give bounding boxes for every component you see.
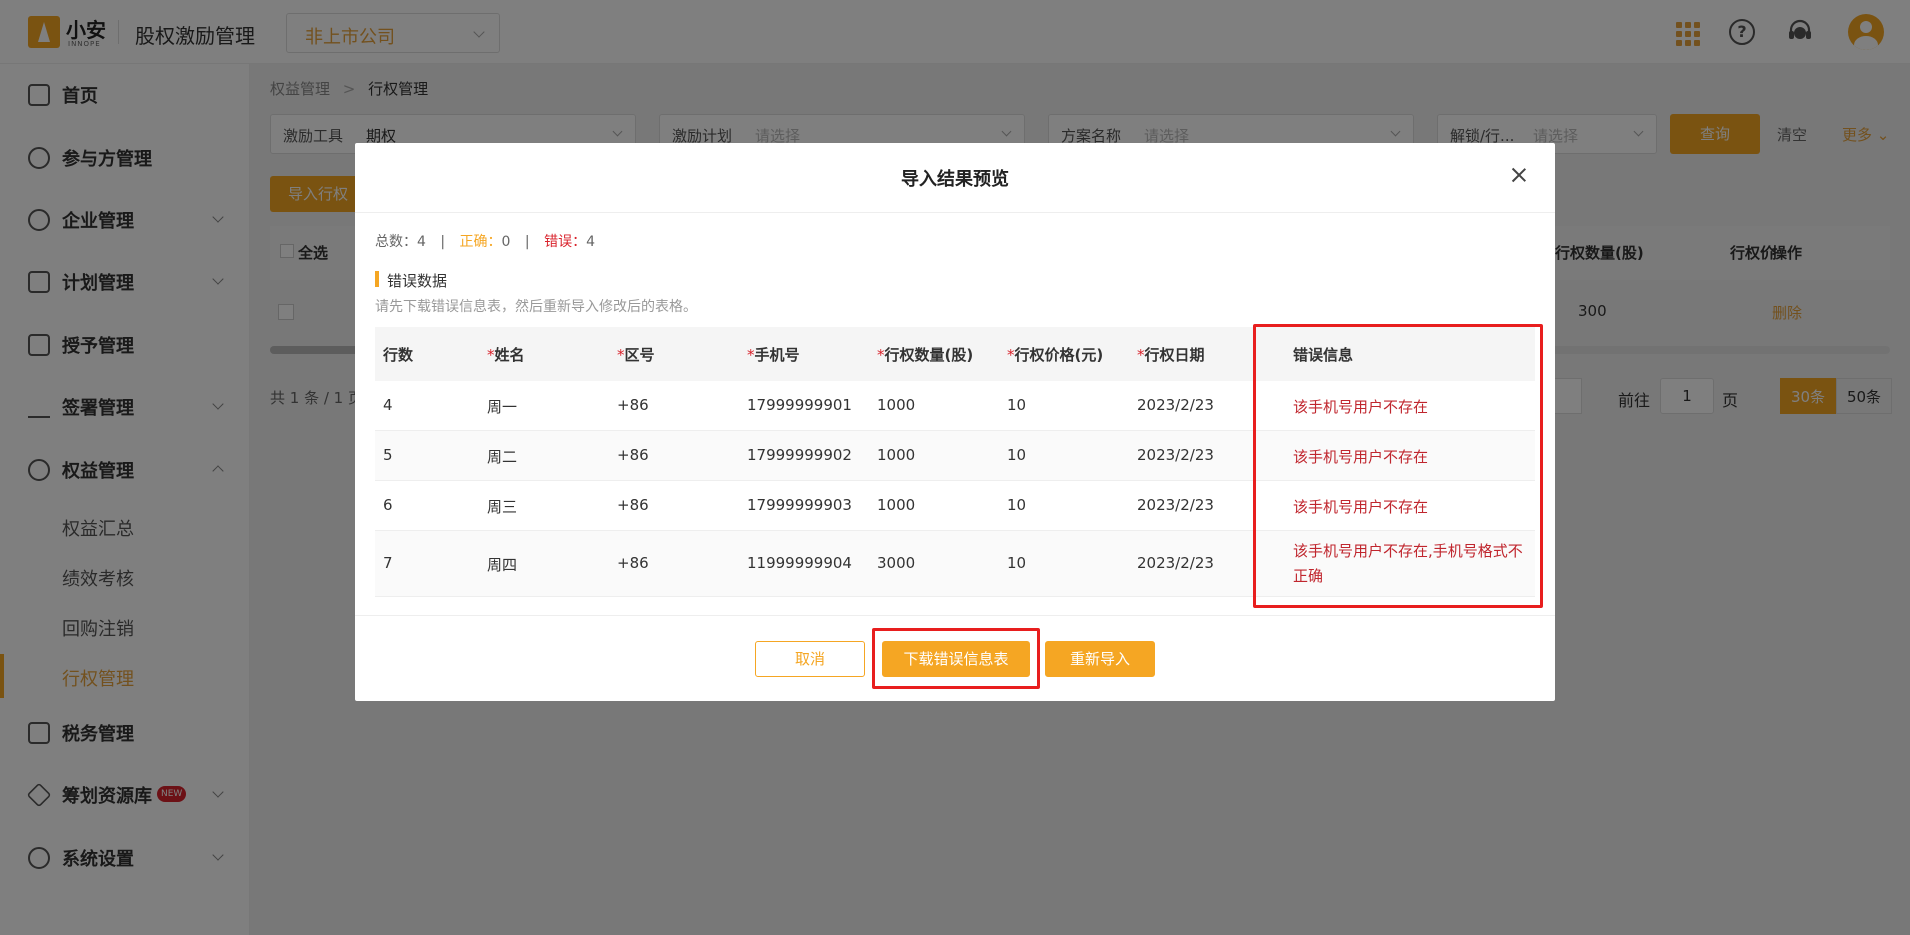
column-header: *行权价格(元) [1007, 346, 1104, 364]
column-header: *手机号 [747, 346, 800, 364]
import-result-modal: 导入结果预览 总数：4 | 正确：0 | 错误：4 错误数据 请先下载错误信息表… [355, 143, 1555, 701]
error-column-highlight [1253, 324, 1543, 608]
column-header: *行权日期 [1137, 346, 1205, 364]
section-marker [375, 271, 379, 287]
column-header: 行数 [383, 346, 414, 364]
correct-count: 0 [501, 234, 511, 250]
total-count: 4 [417, 234, 426, 250]
section-title: 错误数据 [387, 272, 448, 290]
column-header: *行权数量(股) [877, 346, 974, 364]
download-button-highlight [872, 628, 1040, 689]
reimport-button[interactable]: 重新导入 [1045, 641, 1155, 677]
divider [355, 212, 1555, 213]
section-hint: 请先下载错误信息表，然后重新导入修改后的表格。 [375, 299, 697, 315]
error-count: 4 [586, 234, 596, 250]
cancel-button[interactable]: 取消 [755, 641, 865, 677]
import-summary: 总数：4 | 正确：0 | 错误：4 [375, 234, 596, 250]
close-icon[interactable] [1509, 165, 1529, 185]
divider [355, 615, 1555, 616]
column-header: *姓名 [487, 346, 525, 364]
modal-title: 导入结果预览 [901, 169, 1009, 190]
column-header: *区号 [617, 346, 655, 364]
